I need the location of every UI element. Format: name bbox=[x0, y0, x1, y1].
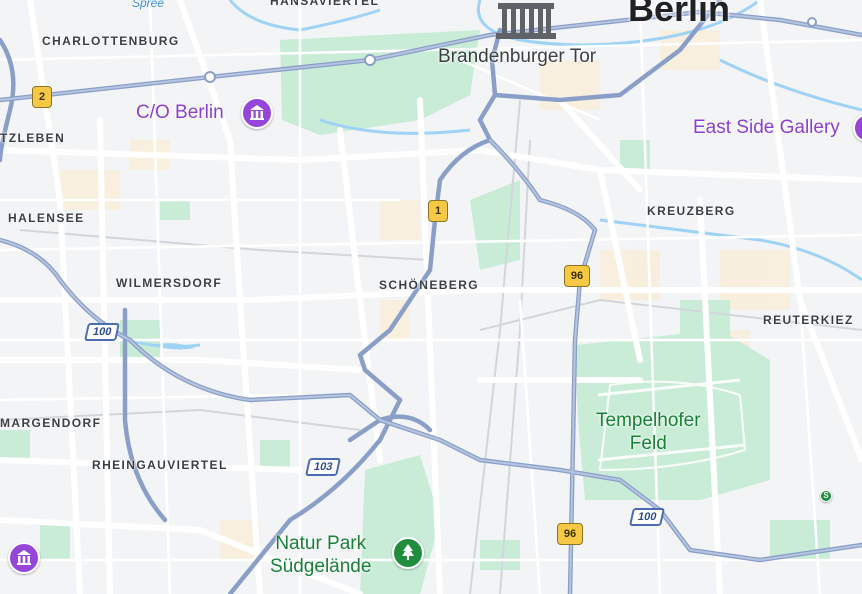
museum-icon bbox=[17, 550, 31, 565]
district-label-schmargendorf: MARGENDORF bbox=[0, 416, 102, 430]
museum-pin-icon-southwest[interactable] bbox=[8, 542, 40, 574]
museum-icon bbox=[250, 105, 264, 120]
district-label-schoeneberg: SCHÖNEBERG bbox=[379, 278, 480, 292]
map-base-layer bbox=[0, 0, 862, 594]
map-canvas[interactable]: Berlin HANSAVIERTEL CHARLOTTENBURG TZLEB… bbox=[0, 0, 862, 594]
district-label-witzleben: TZLEBEN bbox=[0, 131, 66, 145]
poi-label-natur-park-line1: Natur Park bbox=[275, 533, 367, 554]
road-shield-b96-north: 96 bbox=[564, 265, 590, 287]
district-label-halensee: HALENSEE bbox=[8, 211, 85, 225]
road-shield-b1: 1 bbox=[428, 200, 448, 222]
poi-label-tempelhofer-feld-line1: Tempelhofer bbox=[596, 410, 701, 431]
district-label-charlottenburg: CHARLOTTENBURG bbox=[42, 34, 180, 48]
tree-icon bbox=[402, 544, 414, 560]
motorway-shield-a100-south: 100 bbox=[629, 508, 666, 526]
poi-label-natur-park-line2: Südgelände bbox=[270, 556, 372, 577]
poi-label-brandenburger-tor[interactable]: Brandenburger Tor bbox=[438, 46, 596, 68]
district-label-top: HANSAVIERTEL bbox=[270, 0, 380, 8]
district-label-wilmersdorf: WILMERSDORF bbox=[116, 276, 223, 290]
city-label: Berlin bbox=[628, 0, 731, 29]
natur-park-suedgelaende bbox=[360, 455, 440, 594]
poi-label-east-side-gallery[interactable]: East Side Gallery bbox=[693, 117, 840, 139]
water-label-spree: Spree bbox=[132, 0, 165, 10]
poi-label-tempelhofer-feld[interactable]: Tempelhofer Feld bbox=[596, 409, 701, 455]
poi-label-tempelhofer-feld-line2: Feld bbox=[629, 433, 667, 454]
motorway-shield-a100-west: 100 bbox=[84, 323, 121, 341]
road-shield-b2: 2 bbox=[32, 86, 52, 108]
brandenburger-tor-icon bbox=[496, 3, 556, 39]
park-pin-icon[interactable] bbox=[392, 537, 424, 569]
district-label-rheingauviertel: RHEINGAUVIERTEL bbox=[92, 458, 228, 472]
poi-label-natur-park[interactable]: Natur Park Südgelände bbox=[270, 532, 371, 578]
poi-label-co-berlin[interactable]: C/O Berlin bbox=[136, 102, 224, 124]
road-shield-b96-south: 96 bbox=[557, 523, 583, 545]
district-label-kreuzberg: KREUZBERG bbox=[647, 204, 736, 218]
district-label-reuterkiez: REUTERKIEZ bbox=[763, 313, 854, 327]
motorway-shield-a103: 103 bbox=[305, 458, 342, 476]
museum-pin-icon[interactable] bbox=[241, 97, 273, 129]
sbahn-station-icon[interactable]: S bbox=[820, 490, 832, 502]
